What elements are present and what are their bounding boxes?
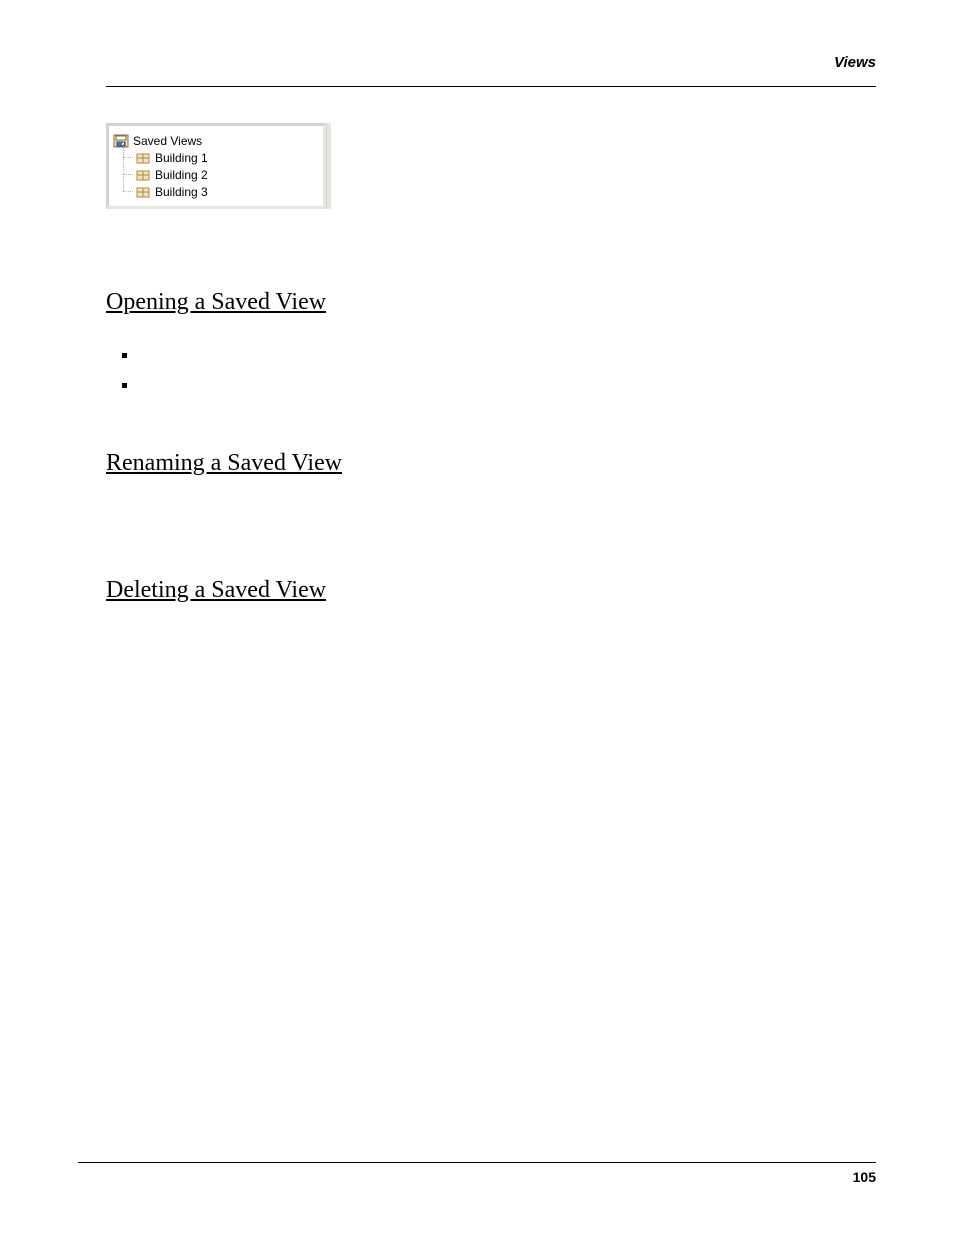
section-opening: Opening a Saved View — [106, 289, 876, 392]
tree-item[interactable]: Building 2 — [135, 166, 319, 183]
box-icon — [135, 168, 151, 182]
disk-icon — [113, 134, 129, 148]
section-deleting: Deleting a Saved View — [106, 577, 876, 604]
box-icon — [135, 151, 151, 165]
tree-root[interactable]: Saved Views — [113, 132, 319, 149]
page-number: 105 — [78, 1169, 876, 1185]
header-section-label: Views — [834, 54, 876, 71]
box-icon — [135, 185, 151, 199]
bulleted-list — [140, 348, 876, 392]
tree-item-label: Building 3 — [155, 185, 208, 199]
section-title: Opening a Saved View — [106, 289, 876, 316]
saved-views-tree: Saved Views Building 1 Building 2 Buildi… — [106, 123, 326, 209]
page: Views Saved Views Building 1 Building 2 — [0, 0, 954, 1235]
footer-rule — [78, 1162, 876, 1163]
list-item — [140, 348, 876, 362]
tree-item-label: Building 2 — [155, 168, 208, 182]
tree-item-label: Building 1 — [155, 151, 208, 165]
list-item — [140, 378, 876, 392]
page-header: Views — [106, 60, 876, 80]
section-renaming: Renaming a Saved View — [106, 450, 876, 477]
tree-item[interactable]: Building 3 — [135, 183, 319, 200]
section-title: Deleting a Saved View — [106, 577, 876, 604]
section-title: Renaming a Saved View — [106, 450, 876, 477]
tree-item[interactable]: Building 1 — [135, 149, 319, 166]
tree-root-label: Saved Views — [133, 134, 202, 148]
page-footer: 105 — [78, 1162, 876, 1185]
header-rule — [106, 86, 876, 87]
